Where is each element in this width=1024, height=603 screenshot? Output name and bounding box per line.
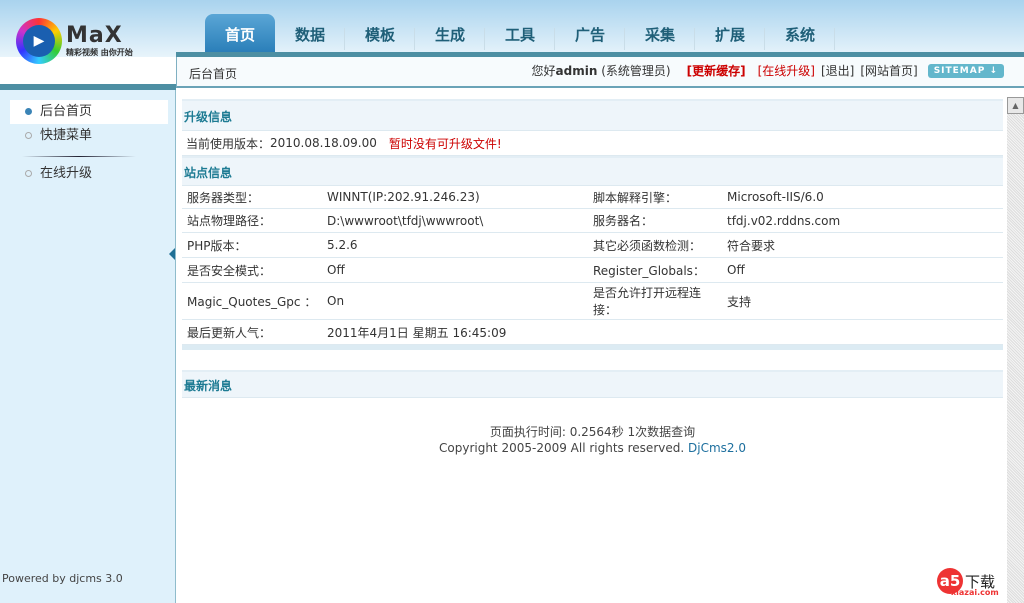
watermark-site: xiazai.com [951,588,999,597]
site-home-link[interactable]: [网站首页] [860,62,917,79]
info-value: 支持 [727,294,752,309]
info-value: WINNT(IP:202.91.246.23) [327,190,480,204]
table-row: PHP版本： 5.2.6 其它必须函数检测： 符合要求 [182,233,1003,258]
tab-6[interactable]: 采集 [625,14,695,52]
tab-4[interactable]: 工具 [485,14,555,52]
version-row: 当前使用版本： 2010.08.18.09.00 暂时没有可升级文件! [182,131,1003,156]
info-value: Off [327,263,345,277]
djcms-link[interactable]: DjCms2.0 [688,441,746,455]
table-row: 最后更新人气： 2011年4月1日 星期五 16:45:09 [182,320,1003,345]
info-value: D:\wwwroot\tfdj\wwwroot\ [327,213,484,228]
info-label: 最后更新人气： [187,325,272,340]
upgrade-info-heading: 升级信息 [182,99,1003,131]
powered-by: Powered by djcms 3.0 [2,572,123,585]
site-info-heading: 站点信息 [182,156,1003,186]
sitemap-button[interactable]: SITEMAP ↓ [927,63,1004,78]
info-value: On [327,294,345,308]
version-value: 2010.08.18.09.00 [270,136,377,150]
info-label: 是否安全模式： [187,263,272,278]
watermark-logo: a5 下载 xiazai.com [937,568,999,597]
tab-1[interactable]: 数据 [275,14,345,52]
info-label: Magic_Quotes_Gpc ： [187,294,317,309]
collapse-sidebar-icon[interactable] [169,248,175,260]
scroll-up-icon[interactable]: ▲ [1007,97,1024,114]
bullet-icon [25,132,32,139]
info-value: 符合要求 [727,238,776,253]
sidebar-item-upgrade[interactable]: 在线升级 [10,162,168,186]
sidebar-item-label: 快捷菜单 [40,128,93,143]
header: ▶ MaX 精彩视频 由你开始 首页 数据 模板 生成 工具 广告 采集 扩展 系统 [0,0,1024,64]
site-info-table: 服务器类型： WINNT(IP:202.91.246.23) 脚本解释引擎： Micr… [182,186,1003,345]
main-content: 升级信息 当前使用版本： 2010.08.18.09.00 暂时没有可升级文件! … [182,99,1003,398]
play-icon: ▶ [23,25,55,57]
tab-8[interactable]: 系统 [765,14,835,52]
main-nav: 首页 数据 模板 生成 工具 广告 采集 扩展 系统 [205,14,835,52]
info-value: Off [727,263,745,277]
scrollbar[interactable]: ▲ [1007,97,1024,603]
info-label: 脚本解释引擎： [593,190,678,205]
sidebar-separator [22,156,136,157]
sidebar-item-label: 在线升级 [40,166,93,181]
sidebar-item-home[interactable]: 后台首页 [10,100,168,124]
upgrade-notice: 暂时没有可升级文件! [388,136,502,151]
tab-7[interactable]: 扩展 [695,14,765,52]
tab-2[interactable]: 模板 [345,14,415,52]
user-role: (系统管理员) [601,64,671,78]
user-bar: 您好admin (系统管理员) [更新缓存] [在线升级] [退出] [网站首页… [531,62,1004,79]
news-heading: 最新消息 [182,370,1003,398]
table-row: 是否安全模式： Off Register_Globals： Off [182,258,1003,283]
info-label: PHP版本： [187,238,247,253]
exec-time: 页面执行时间: 0.2564秒 1次数据查询 [489,425,696,439]
sidebar-item-shortcuts[interactable]: 快捷菜单 [10,124,168,148]
info-label: 服务器类型： [187,190,260,205]
info-value: 2011年4月1日 星期五 16:45:09 [327,325,507,340]
table-row: 站点物理路径： D:\wwwroot\tfdj\wwwroot\ 服务器名： tfdj… [182,209,1003,233]
logo-slogan: 精彩视频 由你开始 [66,47,133,57]
info-value: tfdj.v02.rddns.com [727,213,841,228]
online-upgrade-link[interactable]: [在线升级] [758,62,815,79]
bullet-icon [25,108,32,115]
tab-5[interactable]: 广告 [555,14,625,52]
copyright: Copyright 2005-2009 All rights reserved. [439,441,685,455]
breadcrumb: 后台首页 [189,67,238,81]
info-value: 5.2.6 [327,238,358,252]
version-label: 当前使用版本： [186,136,271,151]
info-label: 其它必须函数检测： [593,238,702,253]
tab-3[interactable]: 生成 [415,14,485,52]
sidebar: 后台首页 快捷菜单 在线升级 Powered by djcms 3.0 [0,90,176,603]
table-row: Magic_Quotes_Gpc ： On 是否允许打开远程连接： 支持 [182,283,1003,320]
tab-0[interactable]: 首页 [205,14,275,52]
username: admin [555,64,598,78]
info-label: 站点物理路径： [187,214,272,228]
logo: ▶ MaX 精彩视频 由你开始 [16,18,133,64]
sidebar-item-label: 后台首页 [40,104,93,119]
bullet-icon [25,170,32,177]
info-label: 服务器名： [593,214,654,228]
footer: 页面执行时间: 0.2564秒 1次数据查询 Copyright 2005-20… [182,424,1003,456]
greeting: 您好 [531,64,556,78]
info-label: 是否允许打开远程连接： [593,286,702,317]
refresh-cache-link[interactable]: [更新缓存] [687,62,746,79]
info-label: Register_Globals： [593,263,705,278]
logo-text: MaX [66,22,123,48]
info-value: Microsoft-IIS/6.0 [727,190,824,204]
logout-link[interactable]: [退出] [821,62,854,79]
table-row: 服务器类型： WINNT(IP:202.91.246.23) 脚本解释引擎： Micr… [182,186,1003,209]
toolbar: 后台首页 您好admin (系统管理员) [更新缓存] [在线升级] [退出] … [176,57,1024,88]
